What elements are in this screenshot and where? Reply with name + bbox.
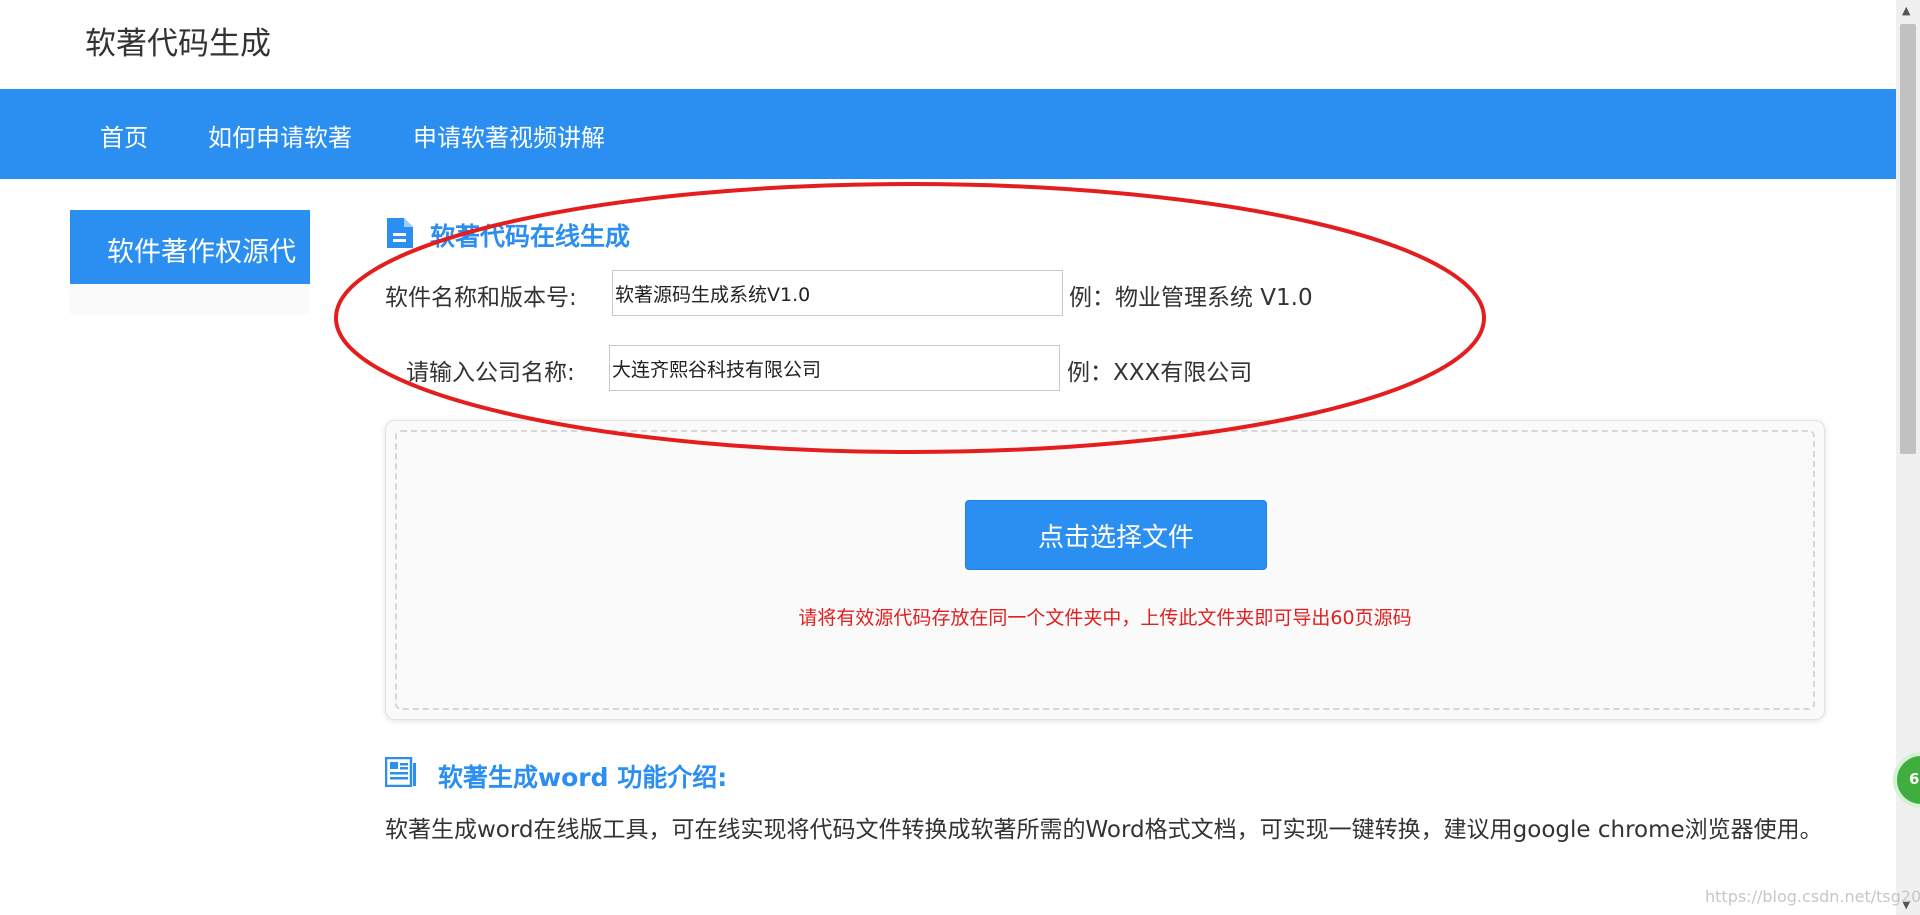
top-navbar: 首页 如何申请软著 申请软著视频讲解 [0, 89, 1896, 179]
nav-item-how-to-apply[interactable]: 如何申请软著 [208, 118, 352, 153]
software-name-label: 软件名称和版本号: [385, 285, 577, 311]
site-title: 软著代码生成 [85, 26, 271, 62]
watermark: https://blog.csdn.net/tsg2018 [1705, 887, 1920, 906]
generator-section-title: 软著代码在线生成 [430, 222, 631, 251]
intro-section-title: 软著生成word 功能介绍: [438, 763, 728, 792]
choose-file-button[interactable]: 点击选择文件 [965, 500, 1267, 570]
upload-note: 请将有效源代码存放在同一个文件夹中，上传此文件夹即可导出60页源码 [798, 607, 1412, 629]
upload-panel: 点击选择文件 请将有效源代码存放在同一个文件夹中，上传此文件夹即可导出60页源码 [385, 420, 1825, 720]
company-name-input[interactable] [609, 345, 1060, 391]
sidebar-strip [70, 284, 310, 314]
scrollbar-thumb[interactable] [1900, 24, 1916, 454]
nav-item-video-tutorial[interactable]: 申请软著视频讲解 [413, 118, 605, 153]
document-icon [387, 218, 413, 248]
scroll-up-arrow-icon[interactable]: ▲ [1902, 4, 1910, 17]
company-name-label: 请输入公司名称: [406, 360, 575, 386]
nav-item-home[interactable]: 首页 [100, 118, 148, 153]
software-name-input[interactable] [612, 270, 1063, 316]
newspaper-icon [385, 757, 416, 787]
software-name-hint: 例：物业管理系统 V1.0 [1069, 285, 1313, 311]
upload-dropzone[interactable]: 点击选择文件 请将有效源代码存放在同一个文件夹中，上传此文件夹即可导出60页源码 [395, 430, 1815, 710]
company-name-hint: 例：XXX有限公司 [1067, 360, 1253, 386]
sidebar-item-source-code[interactable]: 软件著作权源代 [70, 210, 310, 284]
intro-text: 软著生成word在线版工具，可在线实现将代码文件转换成软著所需的Word格式文档… [385, 817, 1823, 843]
